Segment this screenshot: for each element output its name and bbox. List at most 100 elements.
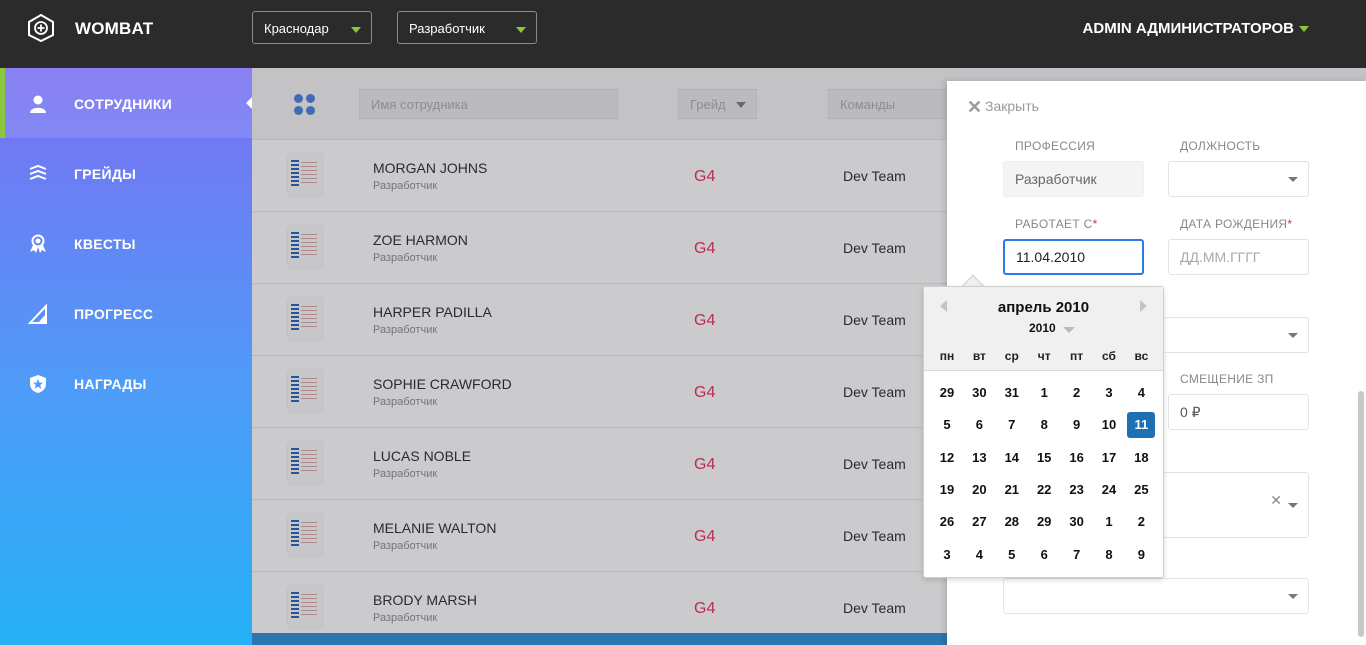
bottom-select[interactable] <box>1003 578 1309 614</box>
calendar-day[interactable]: 16 <box>1063 445 1091 471</box>
datepicker-month-title: апрель 2010 <box>997 299 1090 316</box>
calendar-day[interactable]: 15 <box>1030 445 1058 471</box>
calendar-day[interactable]: 8 <box>1095 542 1123 568</box>
close-button[interactable]: ✕ Закрыть <box>967 97 1039 118</box>
calendar-day[interactable]: 2 <box>1063 380 1091 406</box>
weekday-label: пн <box>939 349 955 363</box>
calendar-day[interactable]: 18 <box>1127 445 1155 471</box>
birth-date-label: ДАТА РОЖДЕНИЯ* <box>1180 217 1292 231</box>
sidebar-item-label: СОТРУДНИКИ <box>74 96 173 112</box>
multi-select[interactable]: ✕ <box>1163 472 1309 538</box>
progress-icon <box>28 304 47 324</box>
profession-label: ПРОФЕССИЯ <box>1015 139 1096 153</box>
user-icon <box>30 95 46 113</box>
chevron-down-icon <box>1288 503 1298 508</box>
hidden-select[interactable] <box>1163 317 1309 353</box>
sidebar-item-label: НАГРАДЫ <box>74 376 147 392</box>
weekday-label: ср <box>1004 349 1019 363</box>
calendar-day[interactable]: 9 <box>1127 542 1155 568</box>
calendar-day[interactable]: 13 <box>965 445 993 471</box>
position-select[interactable] <box>1168 161 1309 197</box>
city-select-value: Краснодар <box>264 21 329 36</box>
calendar-day[interactable]: 17 <box>1095 445 1123 471</box>
calendar-day[interactable]: 5 <box>933 412 961 438</box>
position-label: ДОЛЖНОСТЬ <box>1180 139 1261 153</box>
profession-field: Разработчик <box>1003 161 1144 197</box>
calendar-day[interactable]: 21 <box>998 477 1026 503</box>
calendar-day[interactable]: 2 <box>1127 509 1155 535</box>
calendar-day[interactable]: 19 <box>933 477 961 503</box>
chevron-down-icon <box>1288 333 1298 338</box>
calendar-day[interactable]: 10 <box>1095 412 1123 438</box>
calendar-day[interactable]: 30 <box>1063 509 1091 535</box>
close-label: Закрыть <box>985 98 1039 114</box>
role-select[interactable]: Разработчик <box>397 11 537 44</box>
calendar-day[interactable]: 6 <box>965 412 993 438</box>
chevron-down-icon[interactable] <box>1063 327 1075 333</box>
chevron-down-icon <box>516 27 526 33</box>
weekday-label: сб <box>1102 349 1116 363</box>
calendar-day[interactable]: 4 <box>965 542 993 568</box>
calendar-day[interactable]: 1 <box>1030 380 1058 406</box>
calendar-day-selected[interactable]: 11 <box>1127 412 1156 439</box>
calendar-day[interactable]: 1 <box>1095 509 1123 535</box>
chevron-down-icon <box>1288 177 1298 182</box>
required-mark: * <box>1287 217 1293 231</box>
sidebar-item-quests[interactable]: КВЕСТЫ <box>0 208 252 278</box>
top-bar: WOMBAT Краснодар Разработчик ADMIN АДМИН… <box>0 0 1366 68</box>
calendar-day[interactable]: 7 <box>998 412 1026 438</box>
works-since-date-input[interactable]: 11.04.2010 <box>1003 239 1144 275</box>
calendar-day[interactable]: 5 <box>998 542 1026 568</box>
weekday-label: вт <box>972 349 986 363</box>
calendar-day[interactable]: 7 <box>1063 542 1091 568</box>
calendar-day[interactable]: 9 <box>1063 412 1091 438</box>
calendar-day[interactable]: 29 <box>933 380 961 406</box>
calendar-day[interactable]: 3 <box>1095 380 1123 406</box>
logo-icon <box>28 14 54 42</box>
calendar-day[interactable]: 30 <box>965 380 993 406</box>
calendar-day[interactable]: 29 <box>1030 509 1058 535</box>
panel-scrollbar[interactable] <box>1358 391 1364 637</box>
datepicker: апрель 2010 2010 пн вт ср чт пт сб вс 29 30 31 1 2… <box>923 286 1164 578</box>
calendar-day[interactable]: 22 <box>1030 477 1058 503</box>
chevron-down-icon <box>351 27 361 33</box>
badge-icon <box>30 234 46 253</box>
calendar-day[interactable]: 8 <box>1030 412 1058 438</box>
role-select-value: Разработчик <box>409 21 485 36</box>
sidebar-item-employees[interactable]: СОТРУДНИКИ <box>0 68 252 138</box>
city-select[interactable]: Краснодар <box>252 11 372 44</box>
sidebar-item-label: ГРЕЙДЫ <box>74 166 137 182</box>
salary-offset-input[interactable]: 0 ₽ <box>1168 394 1309 430</box>
works-since-label-text: РАБОТАЕТ С <box>1015 217 1093 231</box>
user-menu[interactable]: ADMIN АДМИНИСТРАТОРОВ <box>1083 20 1294 37</box>
weekday-label: вс <box>1134 349 1149 363</box>
layers-icon <box>29 164 47 180</box>
calendar-day[interactable]: 3 <box>933 542 961 568</box>
weekday-label: пт <box>1070 349 1084 363</box>
datepicker-year-select[interactable]: 2010 <box>1029 321 1056 335</box>
birth-date-input[interactable]: ДД.ММ.ГГГГ <box>1168 239 1309 275</box>
calendar-day[interactable]: 26 <box>933 509 961 535</box>
works-since-label: РАБОТАЕТ С* <box>1015 217 1098 231</box>
calendar-day[interactable]: 14 <box>998 445 1026 471</box>
chevron-down-icon[interactable] <box>1299 26 1309 32</box>
salary-offset-label: СМЕЩЕНИЕ ЗП <box>1180 372 1274 386</box>
sidebar-item-label: ПРОГРЕСС <box>74 306 154 322</box>
calendar-day[interactable]: 24 <box>1095 477 1123 503</box>
calendar-day[interactable]: 12 <box>933 445 961 471</box>
calendar-day[interactable]: 31 <box>998 380 1026 406</box>
sidebar-item-rewards[interactable]: НАГРАДЫ <box>0 348 252 418</box>
calendar-day[interactable]: 25 <box>1127 477 1155 503</box>
calendar-day[interactable]: 28 <box>998 509 1026 535</box>
calendar-day[interactable]: 6 <box>1030 542 1058 568</box>
clear-icon[interactable]: ✕ <box>1270 492 1282 509</box>
calendar-day[interactable]: 4 <box>1127 380 1155 406</box>
brand-name[interactable]: WOMBAT <box>75 19 153 39</box>
sidebar-item-grades[interactable]: ГРЕЙДЫ <box>0 138 252 208</box>
calendar-day[interactable]: 20 <box>965 477 993 503</box>
required-mark: * <box>1092 217 1098 231</box>
weekday-label: чт <box>1037 349 1051 363</box>
calendar-day[interactable]: 23 <box>1063 477 1091 503</box>
calendar-day[interactable]: 27 <box>965 509 993 535</box>
sidebar-item-progress[interactable]: ПРОГРЕСС <box>0 278 252 348</box>
